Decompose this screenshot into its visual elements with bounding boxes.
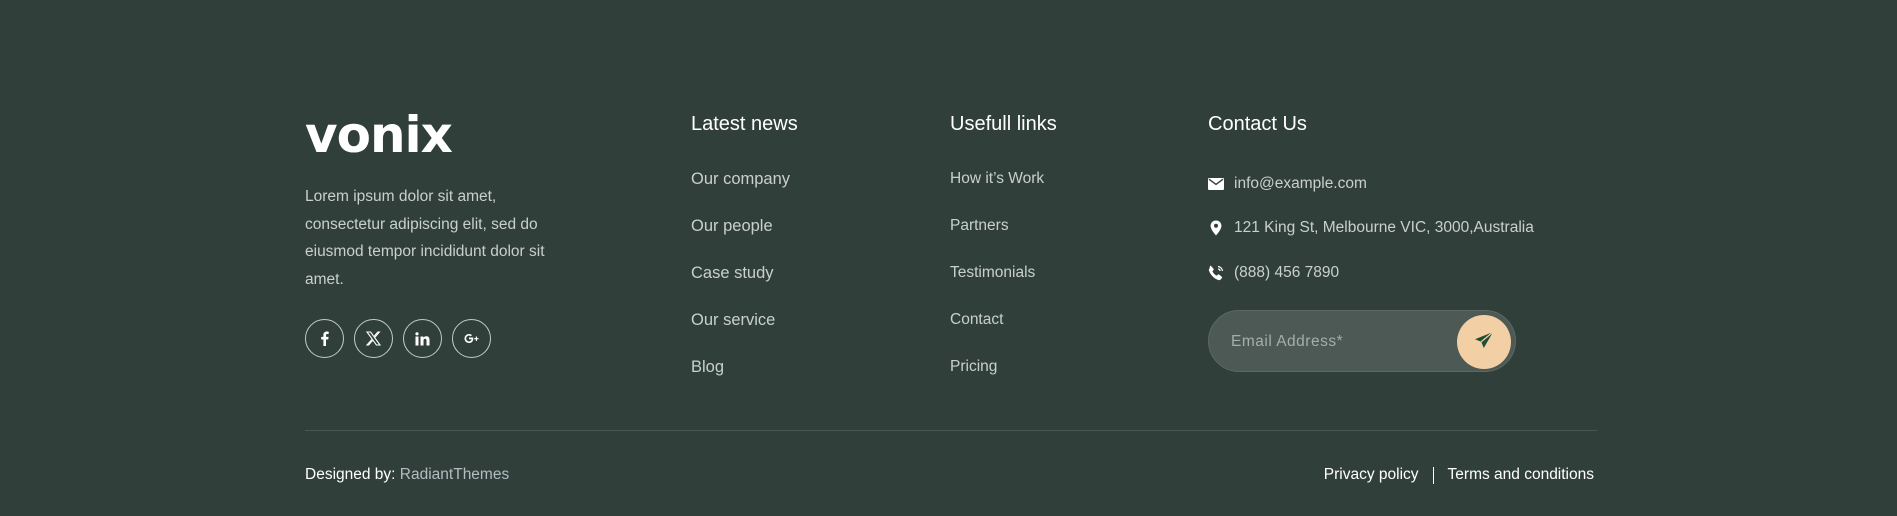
- contact-email-text: info@example.com: [1234, 175, 1367, 192]
- contact-email[interactable]: info@example.com: [1208, 175, 1367, 193]
- google-plus-link[interactable]: [452, 319, 491, 358]
- terms-link[interactable]: Terms and conditions: [1448, 466, 1594, 484]
- designer-credit: Designed by: RadiantThemes: [305, 466, 509, 484]
- footer: vonix Lorem ipsum dolor sit amet, consec…: [0, 0, 1897, 516]
- news-link-blog[interactable]: Blog: [691, 358, 790, 405]
- map-pin-icon: [1208, 220, 1224, 236]
- contact-column: Contact Us info@example.com 121 King St,…: [1208, 112, 1534, 281]
- legal-links: Privacy policy Terms and conditions: [1324, 466, 1594, 484]
- latest-news-list: Our company Our people Case study Our se…: [691, 170, 790, 405]
- news-link-our-service[interactable]: Our service: [691, 311, 790, 358]
- news-link-our-company[interactable]: Our company: [691, 170, 790, 217]
- news-link-our-people[interactable]: Our people: [691, 217, 790, 264]
- designer-link[interactable]: RadiantThemes: [400, 466, 509, 483]
- latest-news-column: Latest news Our company Our people Case …: [691, 112, 798, 376]
- facebook-icon: [320, 331, 329, 346]
- subscribe-button[interactable]: [1457, 315, 1511, 369]
- google-plus-icon: [464, 333, 480, 344]
- useful-link-partners[interactable]: Partners: [950, 217, 1044, 264]
- contact-phone-text: (888) 456 7890: [1234, 264, 1340, 281]
- useful-link-contact[interactable]: Contact: [950, 311, 1044, 358]
- useful-link-pricing[interactable]: Pricing: [950, 358, 1044, 405]
- contact-address: 121 King St, Melbourne VIC, 3000,Austral…: [1208, 219, 1534, 237]
- contact-title: Contact Us: [1208, 113, 1307, 135]
- email-input[interactable]: [1229, 311, 1453, 373]
- newsletter-form: [1208, 310, 1516, 373]
- x-twitter-icon: [366, 331, 381, 346]
- about-text: Lorem ipsum dolor sit amet, consectetur …: [305, 188, 545, 288]
- contact-address-text: 121 King St, Melbourne VIC, 3000,Austral…: [1234, 219, 1534, 236]
- useful-link-how-it-works[interactable]: How it’s Work: [950, 170, 1044, 217]
- facebook-link[interactable]: [305, 319, 344, 358]
- useful-link-testimonials[interactable]: Testimonials: [950, 264, 1044, 311]
- envelope-icon: [1208, 178, 1224, 190]
- x-twitter-link[interactable]: [354, 319, 393, 358]
- phone-icon: [1208, 265, 1224, 281]
- contact-phone[interactable]: (888) 456 7890: [1208, 264, 1339, 282]
- paper-plane-icon: [1474, 330, 1494, 354]
- useful-links-list: How it’s Work Partners Testimonials Cont…: [950, 170, 1044, 405]
- designed-by-label: Designed by:: [305, 466, 396, 483]
- footer-divider: [305, 430, 1597, 431]
- latest-news-title: Latest news: [691, 113, 798, 135]
- privacy-policy-link[interactable]: Privacy policy: [1324, 466, 1419, 484]
- legal-separator: [1432, 466, 1434, 484]
- linkedin-link[interactable]: [403, 319, 442, 358]
- linkedin-icon: [415, 331, 430, 346]
- site-logo[interactable]: vonix: [305, 110, 453, 160]
- useful-links-column: Usefull links How it’s Work Partners Tes…: [950, 112, 1057, 375]
- useful-links-title: Usefull links: [950, 113, 1057, 135]
- news-link-case-study[interactable]: Case study: [691, 264, 790, 311]
- social-links: [305, 319, 491, 358]
